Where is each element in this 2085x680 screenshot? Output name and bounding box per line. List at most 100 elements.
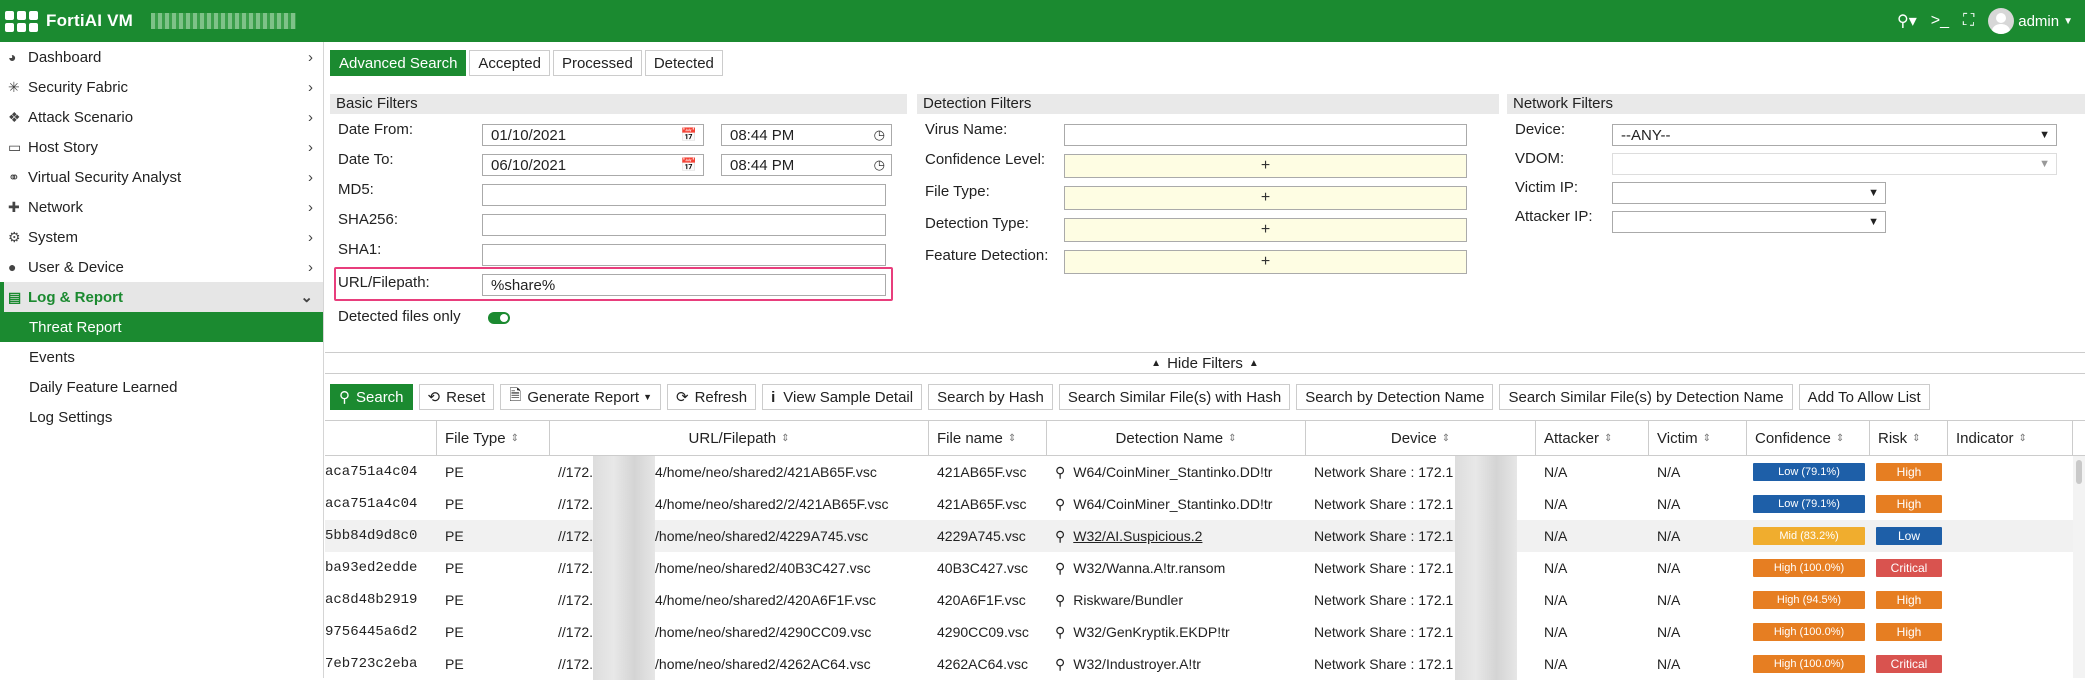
search-icon[interactable]: ⚲ bbox=[1055, 624, 1065, 641]
sidebar-subitem-threat-report[interactable]: Threat Report bbox=[0, 312, 323, 342]
reset-button[interactable]: ⟲ Reset bbox=[418, 384, 495, 410]
column-header-detection-name[interactable]: Detection Name ⇕ bbox=[1047, 421, 1306, 455]
vdom-select[interactable]: ▼ bbox=[1612, 153, 2057, 175]
time-to-input[interactable]: 08:44 PM ◷ bbox=[721, 154, 892, 176]
column-header-risk[interactable]: Risk ⇕ bbox=[1870, 421, 1948, 455]
sidebar-item-virtual-security-analyst[interactable]: ⚭ Virtual Security Analyst › bbox=[0, 162, 323, 192]
calendar-icon[interactable]: 📅 bbox=[681, 157, 697, 173]
table-row[interactable]: 9756445a6d2 PE //172. /home/neo/shared2/429… bbox=[325, 616, 2073, 648]
search-icon[interactable]: ⚲ bbox=[1055, 560, 1065, 577]
table-row[interactable]: 5bb84d9d8c0 PE //172. /home/neo/shared2/422… bbox=[325, 520, 2073, 552]
calendar-icon[interactable]: 📅 bbox=[681, 127, 697, 143]
vdom-label: VDOM: bbox=[1515, 150, 1565, 167]
search-similar-detection-button[interactable]: Search Similar File(s) by Detection Name bbox=[1499, 384, 1793, 410]
search-icon[interactable]: ⚲▾ bbox=[1897, 11, 1917, 31]
risk-cell: Low bbox=[1876, 520, 1946, 552]
user-menu[interactable]: admin ▼ bbox=[1988, 8, 2073, 34]
dashboard-icon: ◕ bbox=[8, 49, 17, 65]
column-header-url[interactable]: URL/Filepath ⇕ bbox=[550, 421, 929, 455]
sidebar-subitem-label: Daily Feature Learned bbox=[29, 378, 178, 396]
table-row[interactable]: ba93ed2edde PE //172. /home/neo/shared2/40B… bbox=[325, 552, 2073, 584]
view-sample-detail-button[interactable]: i View Sample Detail bbox=[762, 384, 923, 410]
main-content: Advanced Search Accepted Processed Detec… bbox=[325, 42, 2085, 680]
sidebar-item-attack-scenario[interactable]: ❖ Attack Scenario › bbox=[0, 102, 323, 132]
detection-name-cell[interactable]: ⚲ W64/CoinMiner_Stantinko.DD!tr bbox=[1055, 456, 1305, 488]
file-name-cell: 4229A745.vsc bbox=[937, 528, 1026, 544]
sidebar-item-log-report[interactable]: ▤ Log & Report ⌄ bbox=[0, 282, 323, 312]
search-icon[interactable]: ⚲ bbox=[1055, 592, 1065, 609]
add-to-allow-list-button[interactable]: Add To Allow List bbox=[1798, 384, 1930, 410]
sidebar-subitem-events[interactable]: Events bbox=[0, 342, 323, 372]
file-name-cell: 421AB65F.vsc bbox=[937, 496, 1027, 512]
md5-input[interactable] bbox=[482, 184, 886, 206]
detection-name-cell[interactable]: ⚲ Riskware/Bundler bbox=[1055, 584, 1305, 616]
search-button[interactable]: ⚲ Search bbox=[330, 384, 413, 410]
sidebar-item-network[interactable]: ✚ Network › bbox=[0, 192, 323, 222]
detection-type-add[interactable]: + bbox=[1064, 218, 1467, 242]
search-by-detection-button[interactable]: Search by Detection Name bbox=[1296, 384, 1494, 410]
sidebar-subitem-daily-feature-learned[interactable]: Daily Feature Learned bbox=[0, 372, 323, 402]
clock-icon[interactable]: ◷ bbox=[874, 157, 885, 173]
column-header-hash[interactable] bbox=[325, 421, 437, 455]
column-header-file-name[interactable]: File name ⇕ bbox=[929, 421, 1047, 455]
column-header-device[interactable]: Device ⇕ bbox=[1306, 421, 1536, 455]
file-type-add[interactable]: + bbox=[1064, 186, 1467, 210]
column-header-file-type[interactable]: File Type ⇕ bbox=[437, 421, 550, 455]
detected-only-toggle[interactable] bbox=[488, 312, 510, 324]
indicator-cell bbox=[1956, 648, 2071, 680]
tab-detected[interactable]: Detected bbox=[644, 50, 723, 76]
sidebar-item-dashboard[interactable]: ◕ Dashboard › bbox=[0, 42, 323, 72]
detection-name-cell[interactable]: ⚲ W32/Industroyer.A!tr bbox=[1055, 648, 1305, 680]
tab-accepted[interactable]: Accepted bbox=[469, 50, 550, 76]
logo[interactable]: FortiAI VM bbox=[5, 10, 296, 32]
victim-ip-select[interactable]: ▼ bbox=[1612, 182, 1886, 204]
url-filepath-input[interactable]: %share% bbox=[482, 274, 886, 296]
generate-report-button[interactable]: 🗎 Generate Report ▼ bbox=[500, 384, 662, 410]
search-icon[interactable]: ⚲ bbox=[1055, 528, 1065, 545]
tab-processed[interactable]: Processed bbox=[552, 50, 642, 76]
url-prefix: //172. bbox=[558, 560, 594, 576]
column-header-victim[interactable]: Victim ⇕ bbox=[1649, 421, 1747, 455]
virus-name-input[interactable] bbox=[1064, 124, 1467, 146]
date-from-input[interactable]: 01/10/2021 📅 bbox=[482, 124, 704, 146]
search-icon[interactable]: ⚲ bbox=[1055, 496, 1065, 513]
column-header-indicator[interactable]: Indicator ⇕ bbox=[1948, 421, 2073, 455]
refresh-button[interactable]: ⟳ Refresh bbox=[667, 384, 757, 410]
table-row[interactable]: aca751a4c04 PE //172. 4/home/neo/shared2/2/… bbox=[325, 488, 2073, 520]
date-to-input[interactable]: 06/10/2021 📅 bbox=[482, 154, 704, 176]
tab-advanced-search[interactable]: Advanced Search bbox=[330, 50, 467, 76]
table-scrollbar[interactable] bbox=[2073, 456, 2085, 678]
search-by-hash-button[interactable]: Search by Hash bbox=[928, 384, 1053, 410]
search-icon[interactable]: ⚲ bbox=[1055, 656, 1065, 673]
hide-filters-toggle[interactable]: ▲ Hide Filters ▲ bbox=[325, 352, 2085, 374]
risk-badge: High bbox=[1876, 623, 1942, 641]
sidebar-subitem-log-settings[interactable]: Log Settings bbox=[0, 402, 323, 432]
time-from-input[interactable]: 08:44 PM ◷ bbox=[721, 124, 892, 146]
column-header-attacker[interactable]: Attacker ⇕ bbox=[1536, 421, 1649, 455]
detection-name-cell[interactable]: ⚲ W64/CoinMiner_Stantinko.DD!tr bbox=[1055, 488, 1305, 520]
search-icon[interactable]: ⚲ bbox=[1055, 464, 1065, 481]
device-select[interactable]: --ANY-- ▼ bbox=[1612, 124, 2057, 146]
sidebar-item-host-story[interactable]: ▭ Host Story › bbox=[0, 132, 323, 162]
table-row[interactable]: 7eb723c2eba PE //172. /home/neo/shared2/426… bbox=[325, 648, 2073, 680]
search-similar-hash-button[interactable]: Search Similar File(s) with Hash bbox=[1058, 384, 1291, 410]
feature-detection-add[interactable]: + bbox=[1064, 250, 1467, 274]
terminal-icon[interactable]: >_ bbox=[1931, 12, 1949, 30]
table-row[interactable]: ac8d48b2919 PE //172. 4/home/neo/shared2/42… bbox=[325, 584, 2073, 616]
detection-name-cell[interactable]: ⚲ W32/GenKryptik.EKDP!tr bbox=[1055, 616, 1305, 648]
attacker-ip-select[interactable]: ▼ bbox=[1612, 211, 1886, 233]
sidebar-item-user-device[interactable]: ● User & Device › bbox=[0, 252, 323, 282]
sidebar-item-security-fabric[interactable]: ✳ Security Fabric › bbox=[0, 72, 323, 102]
clock-icon[interactable]: ◷ bbox=[874, 127, 885, 143]
fullscreen-icon[interactable]: ⛶ bbox=[1963, 12, 1974, 30]
detection-name-cell[interactable]: ⚲ W32/AI.Suspicious.2 bbox=[1055, 520, 1305, 552]
detection-name-cell[interactable]: ⚲ W32/Wanna.A!tr.ransom bbox=[1055, 552, 1305, 584]
column-header-confidence[interactable]: Confidence ⇕ bbox=[1747, 421, 1870, 455]
confidence-level-add[interactable]: + bbox=[1064, 154, 1467, 178]
sha1-input[interactable] bbox=[482, 244, 886, 266]
url-cell: //172. /home/neo/shared2/4262AC64.vsc bbox=[558, 648, 926, 680]
sidebar-item-system[interactable]: ⚙ System › bbox=[0, 222, 323, 252]
scrollbar-thumb[interactable] bbox=[2076, 460, 2082, 484]
sha256-input[interactable] bbox=[482, 214, 886, 236]
table-row[interactable]: aca751a4c04 PE //172. 4/home/neo/shared2/42… bbox=[325, 456, 2073, 488]
